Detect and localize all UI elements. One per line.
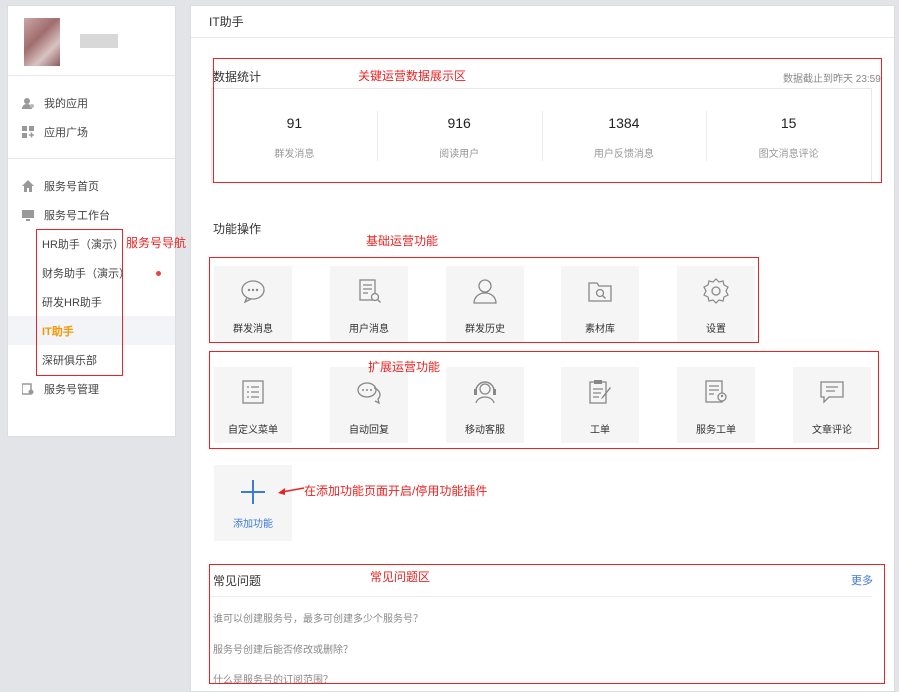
tile-custom-menu[interactable]: 自定义菜单 — [214, 367, 292, 443]
user-apps-icon — [22, 97, 34, 109]
sidebar-item-label: 研发HR助手 — [42, 296, 102, 309]
tile-label: 添加功能 — [233, 519, 273, 530]
sidebar-item-my-apps[interactable]: 我的应用 — [8, 88, 175, 117]
divider — [209, 596, 872, 597]
avatar[interactable] — [24, 18, 60, 66]
sidebar-item-label: 应用广场 — [44, 126, 88, 139]
tile-label: 工单 — [590, 425, 610, 436]
gear-icon — [703, 278, 729, 304]
sidebar-item-label: IT助手 — [42, 325, 74, 338]
annotation-basic: 基础运营功能 — [366, 234, 439, 248]
settings-doc-icon — [21, 382, 34, 395]
annotation-nav: 服务号导航 — [126, 236, 187, 250]
unread-dot — [156, 271, 161, 276]
clipboard-pen-icon — [587, 379, 613, 405]
annotation-add: 在添加功能页面开启/停用功能插件 — [304, 484, 488, 498]
sidebar-item-label: 我的应用 — [44, 97, 88, 110]
stat-label: 图文消息评论 — [758, 149, 819, 160]
sidebar-item-service-manage[interactable]: 服务号管理 — [8, 374, 175, 403]
stat-item[interactable]: 916 阅读用户 — [376, 89, 542, 182]
tile-label: 用户消息 — [349, 324, 389, 335]
stat-label: 群发消息 — [274, 149, 315, 160]
stat-value: 916 — [447, 115, 471, 131]
chat-bubble-icon — [240, 278, 266, 304]
faq-more-link[interactable]: 更多 — [851, 572, 873, 588]
tile-label: 群发消息 — [233, 324, 273, 335]
folder-search-icon — [587, 278, 613, 304]
stats-title: 数据统计 — [213, 70, 262, 84]
sidebar-item-app-market[interactable]: 应用广场 — [8, 117, 175, 146]
sidebar-sub-it[interactable]: IT助手 — [8, 316, 175, 345]
faq-question[interactable]: 服务号创建后能否修改或删除？ — [213, 641, 353, 656]
stats-note: 数据截止到昨天 23:59 — [783, 74, 881, 85]
sidebar-item-label: 服务号工作台 — [44, 209, 110, 222]
sidebar-item-label: 服务号管理 — [44, 383, 99, 396]
tile-user-messages[interactable]: 用户消息 — [330, 266, 408, 342]
stat-item[interactable]: 15 图文消息评论 — [706, 89, 871, 182]
doc-search-icon — [356, 278, 382, 304]
tile-settings[interactable]: 设置 — [677, 266, 755, 342]
tile-label: 设置 — [706, 324, 726, 335]
tile-material-library[interactable]: 素材库 — [561, 266, 639, 342]
tile-label: 文章评论 — [812, 425, 852, 436]
plus-icon — [240, 479, 266, 505]
annotation-faq: 常见问题区 — [370, 570, 431, 584]
profile-area — [8, 6, 175, 76]
service-nav-group: 服务号首页 服务号工作台 HR助手（演示） 财务助手（演示） 研发HR助手 IT… — [8, 159, 175, 403]
stat-value: 15 — [780, 115, 797, 131]
tile-mobile-service[interactable]: 移动客服 — [446, 367, 524, 443]
tile-work-order[interactable]: 工单 — [561, 367, 639, 443]
annotation-stats: 关键运营数据展示区 — [358, 69, 467, 83]
app-nav-group: 我的应用 应用广场 — [8, 76, 175, 159]
annotation-arrow-icon — [278, 487, 305, 495]
faq-title: 常见问题 — [213, 574, 262, 588]
main-panel: IT助手 数据统计 数据截止到昨天 23:59 91 群发消息 916 阅读用户… — [190, 5, 895, 692]
comment-lines-icon — [819, 379, 845, 405]
sidebar-item-label: 深研俱乐部 — [42, 354, 97, 367]
home-icon — [22, 179, 34, 192]
stats-box: 91 群发消息 916 阅读用户 1384 用户反馈消息 15 图文消息评论 — [211, 88, 872, 183]
monitor-icon — [22, 209, 34, 221]
sidebar: 我的应用 应用广场 服务号首页 服务号工作台 HR助手（演示） 财务助手（演示） — [7, 5, 176, 437]
tile-label: 自定义菜单 — [228, 425, 278, 436]
tile-label: 自动回复 — [349, 425, 389, 436]
tile-label: 群发历史 — [465, 324, 505, 335]
stat-label: 用户反馈消息 — [593, 149, 654, 160]
account-name-blurred — [80, 34, 118, 48]
sidebar-sub-club[interactable]: 深研俱乐部 — [8, 345, 175, 374]
sidebar-item-service-home[interactable]: 服务号首页 — [8, 171, 175, 200]
stat-label: 阅读用户 — [439, 149, 480, 160]
double-chat-icon — [356, 379, 382, 405]
annotation-extended: 扩展运营功能 — [368, 360, 441, 374]
sidebar-item-label: 服务号首页 — [44, 180, 99, 193]
page-title: IT助手 — [191, 6, 894, 38]
tile-service-order[interactable]: 服务工单 — [677, 367, 755, 443]
sidebar-item-label: HR助手（演示） — [42, 238, 124, 251]
grid-plus-icon — [22, 125, 34, 138]
tile-auto-reply[interactable]: 自动回复 — [330, 367, 408, 443]
tile-label: 服务工单 — [696, 425, 736, 436]
sidebar-sub-dev-hr[interactable]: 研发HR助手 — [8, 287, 175, 316]
sidebar-item-service-workbench[interactable]: 服务号工作台 — [8, 200, 175, 229]
sidebar-sub-finance-demo[interactable]: 财务助手（演示） — [8, 258, 175, 287]
headset-icon — [472, 379, 498, 405]
list-icon — [240, 379, 266, 405]
faq-question[interactable]: 什么是服务号的订阅范围？ — [213, 671, 333, 686]
faq-question[interactable]: 谁可以创建服务号，最多可创建多少个服务号？ — [213, 610, 423, 625]
tile-mass-history[interactable]: 群发历史 — [446, 266, 524, 342]
stat-value: 1384 — [608, 115, 640, 131]
add-function-button[interactable]: 添加功能 — [214, 465, 292, 541]
stat-item[interactable]: 91 群发消息 — [212, 89, 377, 182]
doc-user-icon — [703, 379, 729, 405]
tile-article-comments[interactable]: 文章评论 — [793, 367, 871, 443]
sidebar-item-label: 财务助手（演示） — [42, 267, 130, 280]
functions-title: 功能操作 — [213, 222, 262, 236]
tile-label: 素材库 — [585, 324, 615, 335]
tile-mass-message[interactable]: 群发消息 — [214, 266, 292, 342]
person-icon — [472, 278, 498, 304]
tile-label: 移动客服 — [465, 425, 505, 436]
stat-item[interactable]: 1384 用户反馈消息 — [541, 89, 707, 182]
stat-value: 91 — [286, 115, 303, 131]
